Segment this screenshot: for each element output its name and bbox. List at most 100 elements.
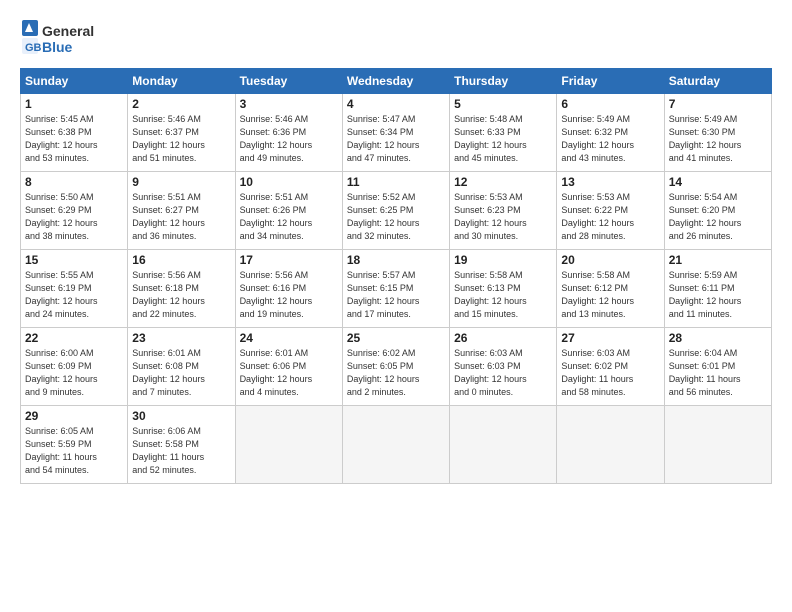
day-info: Sunrise: 5:51 AM Sunset: 6:26 PM Dayligh… — [240, 191, 338, 243]
calendar-cell: 9Sunrise: 5:51 AM Sunset: 6:27 PM Daylig… — [128, 172, 235, 250]
weekday-header-tuesday: Tuesday — [235, 69, 342, 94]
day-number: 1 — [25, 97, 123, 111]
calendar-cell: 8 Sunrise: 5:50 AM Sunset: 6:29 PM Daylig… — [21, 172, 128, 250]
calendar-page: General Blue GB SundayMondayTuesdayWedne… — [0, 0, 792, 612]
calendar-cell: 19 Sunrise: 5:58 AM Sunset: 6:13 PM Dayli… — [450, 250, 557, 328]
day-info: Sunrise: 6:03 AM Sunset: 6:02 PM Dayligh… — [561, 347, 659, 399]
calendar-cell: 21 Sunrise: 5:59 AM Sunset: 6:11 PM Dayli… — [664, 250, 771, 328]
calendar-cell: 3 Sunrise: 5:46 AM Sunset: 6:36 PM Daylig… — [235, 94, 342, 172]
calendar-week-row: 29Sunrise: 6:05 AM Sunset: 5:59 PM Dayli… — [21, 406, 772, 484]
calendar-week-row: 8 Sunrise: 5:50 AM Sunset: 6:29 PM Daylig… — [21, 172, 772, 250]
day-info: Sunrise: 6:03 AM Sunset: 6:03 PM Dayligh… — [454, 347, 552, 399]
day-info: Sunrise: 5:46 AM Sunset: 6:37 PM Dayligh… — [132, 113, 230, 165]
day-number: 17 — [240, 253, 338, 267]
day-info: Sunrise: 5:47 AM Sunset: 6:34 PM Dayligh… — [347, 113, 445, 165]
day-number: 19 — [454, 253, 552, 267]
calendar-week-row: 15 Sunrise: 5:55 AM Sunset: 6:19 PM Dayli… — [21, 250, 772, 328]
day-number: 25 — [347, 331, 445, 345]
day-info: Sunrise: 5:55 AM Sunset: 6:19 PM Dayligh… — [25, 269, 123, 321]
day-info: Sunrise: 5:49 AM Sunset: 6:32 PM Dayligh… — [561, 113, 659, 165]
calendar-cell: 28Sunrise: 6:04 AM Sunset: 6:01 PM Dayli… — [664, 328, 771, 406]
calendar-week-row: 1Sunrise: 5:45 AM Sunset: 6:38 PM Daylig… — [21, 94, 772, 172]
day-info: Sunrise: 5:49 AM Sunset: 6:30 PM Dayligh… — [669, 113, 767, 165]
calendar-cell: 24Sunrise: 6:01 AM Sunset: 6:06 PM Dayli… — [235, 328, 342, 406]
day-number: 14 — [669, 175, 767, 189]
day-number: 16 — [132, 253, 230, 267]
day-info: Sunrise: 6:00 AM Sunset: 6:09 PM Dayligh… — [25, 347, 123, 399]
day-number: 10 — [240, 175, 338, 189]
svg-text:Blue: Blue — [42, 39, 73, 55]
day-info: Sunrise: 6:02 AM Sunset: 6:05 PM Dayligh… — [347, 347, 445, 399]
calendar-cell: 10 Sunrise: 5:51 AM Sunset: 6:26 PM Dayli… — [235, 172, 342, 250]
calendar-cell: 27 Sunrise: 6:03 AM Sunset: 6:02 PM Dayli… — [557, 328, 664, 406]
day-number: 11 — [347, 175, 445, 189]
day-number: 20 — [561, 253, 659, 267]
weekday-header-saturday: Saturday — [664, 69, 771, 94]
day-info: Sunrise: 5:54 AM Sunset: 6:20 PM Dayligh… — [669, 191, 767, 243]
day-number: 26 — [454, 331, 552, 345]
day-number: 27 — [561, 331, 659, 345]
calendar-cell: 25 Sunrise: 6:02 AM Sunset: 6:05 PM Dayli… — [342, 328, 449, 406]
day-info: Sunrise: 5:52 AM Sunset: 6:25 PM Dayligh… — [347, 191, 445, 243]
day-number: 8 — [25, 175, 123, 189]
calendar-cell: 18 Sunrise: 5:57 AM Sunset: 6:15 PM Dayli… — [342, 250, 449, 328]
day-number: 2 — [132, 97, 230, 111]
day-number: 13 — [561, 175, 659, 189]
day-info: Sunrise: 6:05 AM Sunset: 5:59 PM Dayligh… — [25, 425, 123, 477]
day-number: 3 — [240, 97, 338, 111]
calendar-cell: 16 Sunrise: 5:56 AM Sunset: 6:18 PM Dayli… — [128, 250, 235, 328]
day-number: 22 — [25, 331, 123, 345]
svg-text:General: General — [42, 23, 94, 39]
day-info: Sunrise: 5:56 AM Sunset: 6:16 PM Dayligh… — [240, 269, 338, 321]
calendar-cell: 20 Sunrise: 5:58 AM Sunset: 6:12 PM Dayli… — [557, 250, 664, 328]
calendar-cell: 30 Sunrise: 6:06 AM Sunset: 5:58 PM Dayli… — [128, 406, 235, 484]
day-number: 30 — [132, 409, 230, 423]
day-number: 4 — [347, 97, 445, 111]
day-number: 6 — [561, 97, 659, 111]
day-info: Sunrise: 5:53 AM Sunset: 6:23 PM Dayligh… — [454, 191, 552, 243]
calendar-cell: 26 Sunrise: 6:03 AM Sunset: 6:03 PM Dayli… — [450, 328, 557, 406]
calendar-table: SundayMondayTuesdayWednesdayThursdayFrid… — [20, 68, 772, 484]
day-info: Sunrise: 5:59 AM Sunset: 6:11 PM Dayligh… — [669, 269, 767, 321]
day-info: Sunrise: 5:53 AM Sunset: 6:22 PM Dayligh… — [561, 191, 659, 243]
calendar-cell: 1Sunrise: 5:45 AM Sunset: 6:38 PM Daylig… — [21, 94, 128, 172]
weekday-header-row: SundayMondayTuesdayWednesdayThursdayFrid… — [21, 69, 772, 94]
calendar-cell — [557, 406, 664, 484]
weekday-header-friday: Friday — [557, 69, 664, 94]
logo: General Blue GB — [20, 18, 100, 58]
day-info: Sunrise: 5:46 AM Sunset: 6:36 PM Dayligh… — [240, 113, 338, 165]
calendar-cell: 29Sunrise: 6:05 AM Sunset: 5:59 PM Dayli… — [21, 406, 128, 484]
day-info: Sunrise: 5:58 AM Sunset: 6:12 PM Dayligh… — [561, 269, 659, 321]
day-number: 15 — [25, 253, 123, 267]
day-number: 18 — [347, 253, 445, 267]
calendar-cell: 14 Sunrise: 5:54 AM Sunset: 6:20 PM Dayli… — [664, 172, 771, 250]
calendar-cell — [342, 406, 449, 484]
page-header: General Blue GB — [20, 18, 772, 58]
day-info: Sunrise: 5:48 AM Sunset: 6:33 PM Dayligh… — [454, 113, 552, 165]
day-number: 21 — [669, 253, 767, 267]
calendar-week-row: 22 Sunrise: 6:00 AM Sunset: 6:09 PM Dayli… — [21, 328, 772, 406]
calendar-cell — [450, 406, 557, 484]
weekday-header-monday: Monday — [128, 69, 235, 94]
weekday-header-sunday: Sunday — [21, 69, 128, 94]
day-number: 23 — [132, 331, 230, 345]
day-info: Sunrise: 5:50 AM Sunset: 6:29 PM Dayligh… — [25, 191, 123, 243]
day-info: Sunrise: 5:58 AM Sunset: 6:13 PM Dayligh… — [454, 269, 552, 321]
calendar-cell: 2 Sunrise: 5:46 AM Sunset: 6:37 PM Daylig… — [128, 94, 235, 172]
day-number: 5 — [454, 97, 552, 111]
calendar-cell: 11 Sunrise: 5:52 AM Sunset: 6:25 PM Dayli… — [342, 172, 449, 250]
calendar-cell: 12 Sunrise: 5:53 AM Sunset: 6:23 PM Dayli… — [450, 172, 557, 250]
svg-text:GB: GB — [25, 42, 42, 54]
calendar-cell — [235, 406, 342, 484]
calendar-cell — [664, 406, 771, 484]
day-number: 12 — [454, 175, 552, 189]
day-info: Sunrise: 6:06 AM Sunset: 5:58 PM Dayligh… — [132, 425, 230, 477]
day-info: Sunrise: 5:56 AM Sunset: 6:18 PM Dayligh… — [132, 269, 230, 321]
calendar-cell: 7 Sunrise: 5:49 AM Sunset: 6:30 PM Daylig… — [664, 94, 771, 172]
day-info: Sunrise: 5:57 AM Sunset: 6:15 PM Dayligh… — [347, 269, 445, 321]
calendar-cell: 17 Sunrise: 5:56 AM Sunset: 6:16 PM Dayli… — [235, 250, 342, 328]
calendar-cell: 5 Sunrise: 5:48 AM Sunset: 6:33 PM Daylig… — [450, 94, 557, 172]
day-number: 7 — [669, 97, 767, 111]
calendar-cell: 4 Sunrise: 5:47 AM Sunset: 6:34 PM Daylig… — [342, 94, 449, 172]
logo-svg: General Blue GB — [20, 18, 100, 58]
